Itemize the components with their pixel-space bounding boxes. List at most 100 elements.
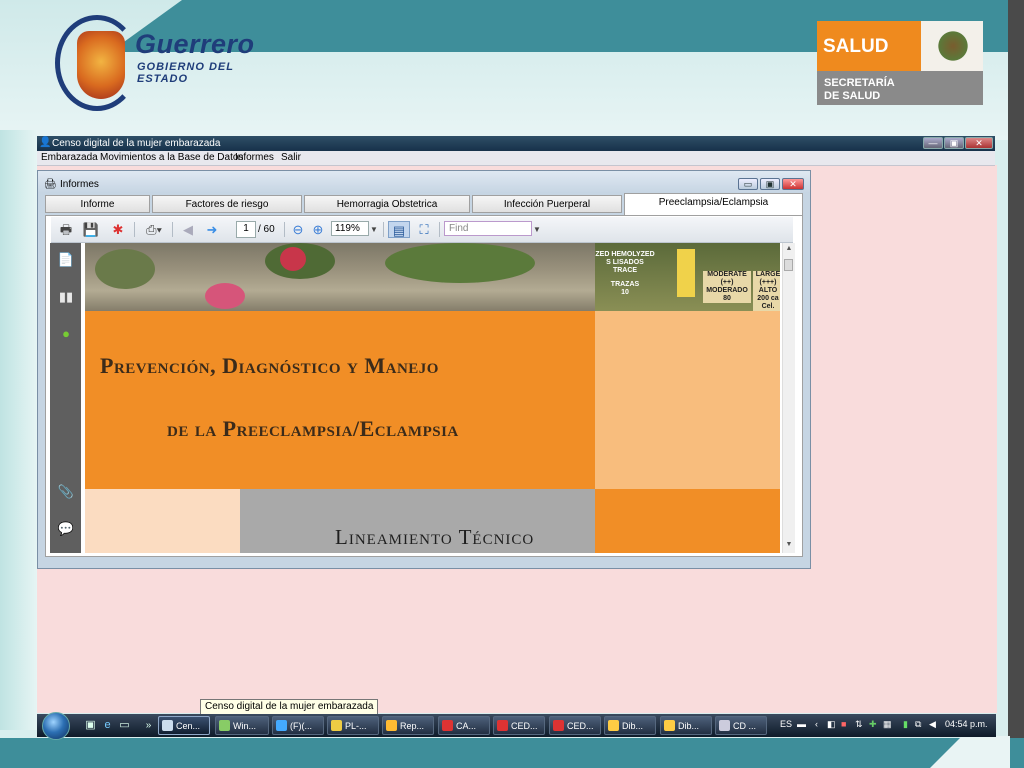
menu-informes[interactable]: Informes [235, 152, 274, 163]
internet-explorer-icon[interactable]: e [101, 719, 114, 732]
show-desktop-icon[interactable]: ▣ [84, 719, 97, 732]
quicklaunch-overflow[interactable]: » [142, 719, 155, 732]
volume-icon[interactable]: ◀ [929, 719, 936, 730]
salud-line2: DE SALUD [824, 90, 881, 102]
task-pl[interactable]: PL-... [327, 716, 379, 735]
language-indicator[interactable]: ES [780, 719, 792, 729]
task-ced-1[interactable]: CED... [493, 716, 545, 735]
bookmarks-icon[interactable]: ▮▮ [56, 288, 76, 306]
toolbar-separator [439, 222, 440, 237]
zoom-select[interactable]: 119% [331, 221, 369, 236]
fit-page-icon[interactable]: ⛶ [415, 221, 433, 238]
next-page-icon[interactable]: ➜ [203, 221, 221, 238]
informes-window-icon: 🖨 [44, 179, 57, 190]
acrobat-icon [497, 720, 508, 731]
scroll-down-icon[interactable]: ▼ [784, 541, 794, 551]
tab-informe[interactable]: Informe [45, 195, 150, 213]
menu-movimientos[interactable]: Movimientos a la Base de Datos [100, 152, 243, 163]
menu-embarazada[interactable]: Embarazada [41, 152, 98, 163]
system-tray: ES ▬ ‹ ◧ ■ ⇅ ✚ ▦ ▮ ⧉ ◀ 04:54 p.m. [775, 714, 996, 737]
menu-salir[interactable]: Salir [281, 152, 301, 163]
pdf-vertical-scrollbar[interactable]: ▲ ▼ [782, 243, 795, 553]
acrobat-icon [553, 720, 564, 731]
informes-minimize-button[interactable]: ▭ [738, 178, 758, 190]
document-title-line1: Prevención, Diagnóstico y Manejo [100, 353, 439, 378]
tray-security-icon[interactable]: ■ [841, 719, 846, 729]
tray-app-icon[interactable]: ◧ [827, 719, 836, 730]
acrobat-icon [442, 720, 453, 731]
save-icon[interactable]: 💾 [82, 221, 100, 238]
slide-right-bar [1008, 0, 1024, 768]
tab-preeclampsia-eclampsia[interactable]: Preeclampsia/Eclampsia [624, 193, 803, 215]
informes-title: Informes [60, 179, 99, 190]
tray-usb-icon[interactable]: ▦ [883, 719, 892, 730]
export-dropdown-icon[interactable]: ⎙▾ [141, 221, 167, 238]
informes-close-button[interactable]: ✕ [782, 178, 804, 190]
task-win[interactable]: Win... [215, 716, 269, 735]
page-number-input[interactable]: 1 [236, 221, 256, 238]
task-rep[interactable]: Rep... [382, 716, 434, 735]
slide-left-strip [0, 130, 37, 730]
salud-secretaria: SECRETARÍA DE SALUD [817, 71, 983, 105]
task-dib-2[interactable]: Dib... [660, 716, 712, 735]
task-ced-2[interactable]: CED... [549, 716, 601, 735]
help-icon[interactable]: ● [56, 325, 76, 343]
tab-factores-de-riesgo[interactable]: Factores de riesgo [152, 195, 302, 213]
zoom-out-icon[interactable]: ⊖ [289, 221, 307, 238]
clock[interactable]: 04:54 p.m. [945, 719, 988, 729]
attachment-icon[interactable]: 📎 [56, 483, 76, 501]
guerrero-logo: Guerrero GOBIERNO DEL ESTADO [55, 15, 285, 115]
person-icon [162, 720, 173, 731]
messenger-icon [276, 720, 287, 731]
document-subtitle: Lineamiento Técnico [335, 525, 535, 549]
disc-icon [719, 720, 730, 731]
pdf-sidebar: 📄 ▮▮ ● 📎 💬 [50, 243, 81, 553]
zoom-chevron-down-icon[interactable]: ▼ [369, 221, 379, 238]
tab-hemorragia-obstetrica[interactable]: Hemorragia Obstetrica [304, 195, 470, 213]
task-censo[interactable]: Cen... [158, 716, 210, 735]
window-icon [219, 720, 230, 731]
previous-page-icon[interactable]: ◀ [179, 221, 197, 238]
folder-icon [331, 720, 342, 731]
informes-maximize-button[interactable]: ▣ [760, 178, 780, 190]
fit-width-icon[interactable]: ▤ [388, 221, 410, 238]
keyboard-icon[interactable]: ▬ [797, 719, 806, 729]
comments-icon[interactable]: 💬 [56, 520, 76, 538]
task-dib-1[interactable]: Dib... [604, 716, 656, 735]
scroll-thumb[interactable] [784, 259, 793, 271]
salud-title: SALUD [817, 21, 921, 71]
start-button[interactable] [42, 712, 70, 740]
app-close-button[interactable]: ✕ [965, 137, 993, 149]
paint-icon [608, 720, 619, 731]
toolbar-separator [383, 222, 384, 237]
switch-windows-icon[interactable]: ▭ [118, 719, 131, 732]
print-icon[interactable]: 🖶 [57, 221, 75, 238]
cover-pale-block [595, 311, 780, 489]
app-menu-bar: Embarazada Movimientos a la Base de Dato… [37, 151, 995, 166]
pages-icon[interactable]: 📄 [56, 251, 76, 269]
battery-icon[interactable]: ▮ [903, 719, 908, 730]
tray-network-icon[interactable]: ⇅ [855, 719, 863, 730]
app-minimize-button[interactable]: — [923, 137, 943, 149]
color-star-icon[interactable]: ✱ [109, 221, 127, 238]
page-total: / 60 [258, 224, 275, 235]
scroll-up-icon[interactable]: ▲ [784, 245, 794, 255]
app-maximize-button[interactable]: ▣ [944, 137, 964, 149]
salud-logo: SALUD SECRETARÍA DE SALUD [817, 21, 983, 105]
find-input[interactable]: Find [444, 221, 532, 236]
salud-line1: SECRETARÍA [824, 77, 895, 89]
task-ca[interactable]: CA... [438, 716, 490, 735]
task-f[interactable]: (F)(... [272, 716, 324, 735]
tray-chevron-icon[interactable]: ‹ [815, 719, 818, 729]
toolbar-separator [134, 222, 135, 237]
monitor-icon[interactable]: ⧉ [915, 719, 921, 730]
informes-title-bar: 🖨 Informes ▭ ▣ ✕ [38, 171, 810, 193]
mexico-emblem [921, 21, 983, 71]
eagle-icon [935, 27, 971, 65]
app-title-bar: 👤 Censo digital de la mujer embarazada —… [37, 136, 995, 151]
tab-infeccion-puerperal[interactable]: Infección Puerperal [472, 195, 622, 213]
zoom-in-icon[interactable]: ⊕ [309, 221, 327, 238]
find-chevron-down-icon[interactable]: ▼ [532, 221, 542, 238]
tray-update-icon[interactable]: ✚ [869, 719, 877, 730]
task-cd[interactable]: CD ... [715, 716, 767, 735]
